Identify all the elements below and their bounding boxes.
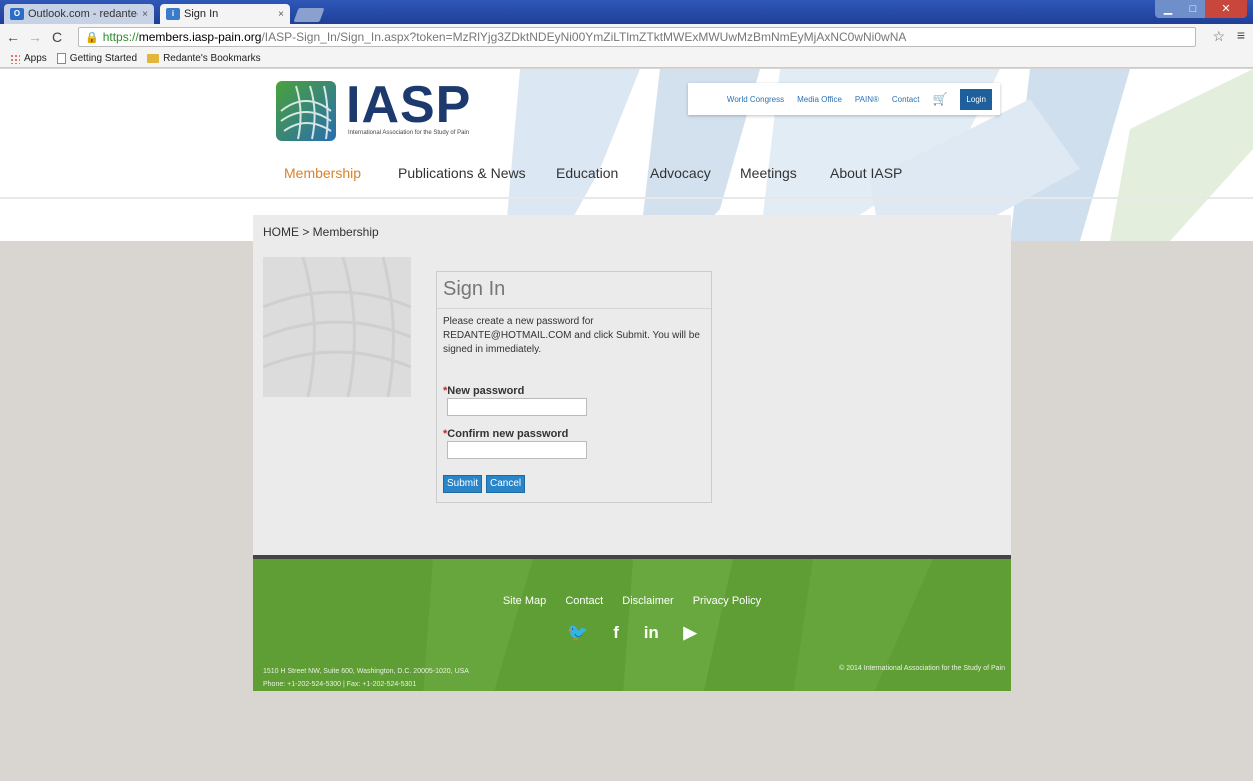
utility-nav: World Congress Media Office PAIN® Contac…	[688, 83, 1000, 115]
logo-subtitle: International Association for the Study …	[348, 130, 470, 136]
new-password-input[interactable]	[447, 398, 587, 416]
apps-icon	[10, 53, 20, 64]
link-media-office[interactable]: Media Office	[797, 95, 842, 104]
nav-item-publications[interactable]: Publications & News	[398, 165, 556, 181]
bookmark-apps[interactable]: Apps	[10, 53, 47, 64]
tab-title: Outlook.com - redante@h	[28, 8, 138, 20]
url-scheme: https://	[102, 30, 139, 44]
bookmark-label: Getting Started	[69, 53, 138, 64]
footer-copyright: © 2014 International Association for the…	[839, 665, 1005, 672]
link-world-congress[interactable]: World Congress	[727, 95, 784, 104]
footer-link-site-map[interactable]: Site Map	[503, 595, 546, 607]
main-content: HOME > Membership Sign In Please create …	[253, 215, 1011, 555]
bookmark-label: Apps	[24, 53, 47, 64]
logo-wordmark: IASP	[346, 76, 472, 134]
breadcrumb[interactable]: HOME > Membership	[263, 225, 379, 239]
sign-in-message: Please create a new password for REDANTE…	[443, 316, 700, 355]
nav-item-membership[interactable]: Membership	[284, 165, 398, 181]
linkedin-icon[interactable]: in	[644, 623, 659, 642]
tab-bar: O Outlook.com - redante@h × i Sign In × …	[0, 0, 1253, 24]
outlook-icon: O	[10, 8, 24, 20]
sign-in-panel: Sign In Please create a new password for…	[436, 271, 712, 503]
menu-icon[interactable]: ≡	[1237, 27, 1245, 43]
minimize-icon[interactable]: ▁	[1155, 0, 1181, 18]
address-line: 1510 H Street NW, Suite 600, Washington,…	[263, 668, 469, 675]
maximize-icon[interactable]: □	[1181, 0, 1205, 18]
bookmark-label: Redante's Bookmarks	[163, 53, 261, 64]
sign-in-title: Sign In	[443, 278, 506, 300]
page-viewport: IASP International Association for the S…	[0, 69, 1253, 781]
bookmark-folder[interactable]: Redante's Bookmarks	[147, 53, 261, 64]
cancel-button[interactable]: Cancel	[486, 475, 526, 493]
window-controls: ▁ □ ✕	[1155, 0, 1247, 18]
bookmarks-bar: Apps Getting Started Redante's Bookmarks	[0, 50, 1253, 68]
footer-link-contact[interactable]: Contact	[565, 595, 603, 607]
lock-icon: 🔒	[85, 31, 99, 44]
site-footer: Site Map Contact Disclaimer Privacy Poli…	[253, 555, 1011, 691]
submit-button[interactable]: Submit	[443, 475, 483, 493]
nav-item-about[interactable]: About IASP	[830, 165, 930, 181]
folder-icon	[147, 54, 160, 63]
forward-icon[interactable]: →	[26, 29, 44, 45]
tab-outlook[interactable]: O Outlook.com - redante@h ×	[4, 4, 154, 24]
footer-address: 1510 H Street NW, Suite 600, Washington,…	[263, 665, 469, 691]
new-password-label-text: New password	[447, 385, 525, 397]
page-icon	[56, 53, 66, 64]
iasp-logo[interactable]: IASP International Association for the S…	[276, 76, 496, 145]
phone-line: Phone: +1-202-524-5300 | Fax: +1-202-524…	[263, 681, 417, 688]
confirm-password-input[interactable]	[447, 441, 587, 459]
login-button[interactable]: Login	[960, 88, 992, 110]
bookmark-getting-started[interactable]: Getting Started	[56, 53, 138, 64]
close-tab-icon[interactable]: ×	[142, 9, 148, 20]
iasp-icon: i	[166, 8, 180, 20]
youtube-icon[interactable]: ▶	[684, 623, 697, 642]
nav-divider	[0, 197, 1253, 199]
tab-title: Sign In	[184, 8, 219, 20]
footer-link-privacy[interactable]: Privacy Policy	[693, 595, 761, 607]
footer-links: Site Map Contact Disclaimer Privacy Poli…	[253, 595, 1011, 607]
nav-item-meetings[interactable]: Meetings	[740, 165, 830, 181]
link-pain[interactable]: PAIN®	[855, 95, 879, 104]
back-icon[interactable]: ←	[4, 29, 22, 45]
address-bar[interactable]: 🔒 https://members.iasp-pain.org/IASP-Sig…	[78, 27, 1196, 47]
confirm-password-label: *Confirm new password	[443, 428, 568, 440]
close-tab-icon[interactable]: ×	[278, 9, 284, 20]
facebook-icon[interactable]: f	[613, 623, 619, 642]
url-path: /IASP-Sign_In/Sign_In.aspx?token=MzRlYjg…	[261, 30, 907, 44]
browser-toolbar: ← → C 🔒 https://members.iasp-pain.org/IA…	[0, 24, 1253, 50]
confirm-password-label-text: Confirm new password	[447, 428, 569, 440]
close-window-icon[interactable]: ✕	[1205, 0, 1247, 18]
globe-placeholder-image	[263, 257, 411, 397]
reload-icon[interactable]: C	[48, 29, 66, 45]
main-nav: Membership Publications & News Education…	[284, 165, 930, 181]
footer-link-disclaimer[interactable]: Disclaimer	[622, 595, 673, 607]
title-divider	[437, 308, 711, 309]
nav-item-advocacy[interactable]: Advocacy	[650, 165, 740, 181]
new-password-label: *New password	[443, 385, 524, 397]
social-links: 🐦 f in ▶	[253, 623, 1011, 643]
twitter-icon[interactable]: 🐦	[567, 623, 588, 642]
link-contact[interactable]: Contact	[892, 95, 920, 104]
tab-sign-in[interactable]: i Sign In ×	[160, 4, 290, 24]
bookmark-star-icon[interactable]: ☆	[1212, 28, 1225, 45]
cart-icon[interactable]: 🛒	[932, 92, 947, 106]
new-tab-button[interactable]	[293, 8, 325, 22]
url-host: members.iasp-pain.org	[138, 30, 262, 44]
nav-item-education[interactable]: Education	[556, 165, 650, 181]
globe-icon	[276, 81, 336, 141]
